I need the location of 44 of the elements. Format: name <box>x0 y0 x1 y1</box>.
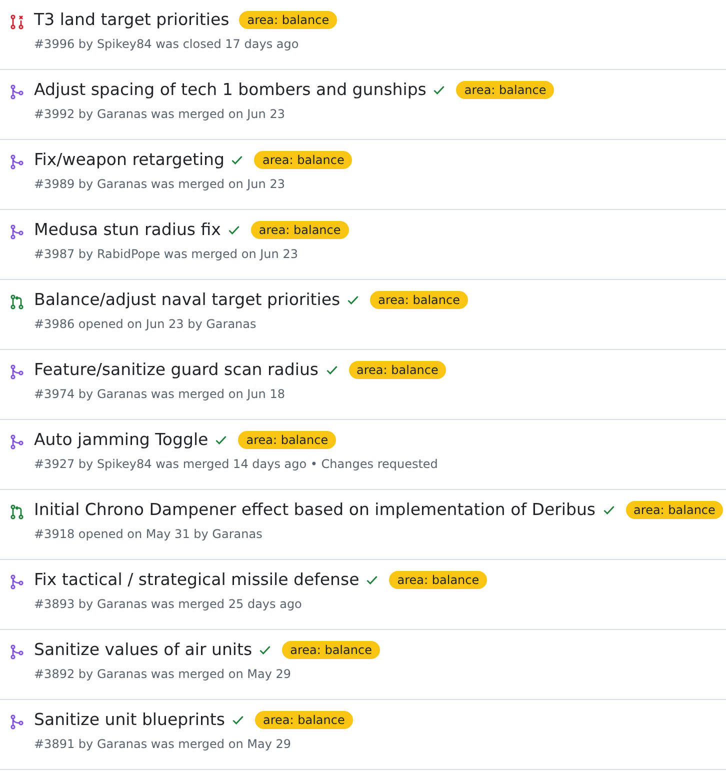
label-tag[interactable]: area: balance <box>370 290 468 308</box>
pull-request-title[interactable]: Feature/sanitize guard scan radius <box>34 360 319 379</box>
pull-request-title[interactable]: Auto jamming Toggle <box>34 430 208 449</box>
pull-request-row[interactable]: Medusa stun radius fix area: balance #3987 by RabidPope was merged on Jun 23 <box>0 210 726 280</box>
label-tag[interactable]: area: balance <box>254 150 352 168</box>
pull-request-title[interactable]: Sanitize values of air units <box>34 640 252 659</box>
pull-request-row[interactable]: Sanitize unit blueprints area: balance #3891 by Garanas was merged on May 29 <box>0 700 726 770</box>
pull-request-meta: #3893 by Garanas was merged 25 days ago <box>34 597 303 611</box>
pull-request-row[interactable]: Feature/sanitize guard scan radius area: balance #3974 by Garanas was merged on Jun 18 <box>0 350 726 420</box>
pull-request-meta: #3996 by Spikey84 was closed 17 days ago <box>34 37 300 51</box>
label-tag[interactable]: area: balance <box>250 220 349 238</box>
label-tag[interactable]: area: balance <box>456 80 554 98</box>
pull-request-row[interactable]: Adjust spacing of tech 1 bombers and gunships area: balance #3992 by Garanas was merged on Jun 23 <box>0 70 726 140</box>
pull-request-title[interactable]: Fix/weapon retargeting <box>34 150 224 169</box>
label-tag[interactable]: area: balance <box>348 360 446 378</box>
label-tag[interactable]: area: balance <box>239 10 338 28</box>
pull-request-row[interactable]: Sanitize values of air units area: balance #3892 by Garanas was merged on May 29 <box>0 630 726 700</box>
pull-request-meta: #3927 by Spikey84 was merged 14 days ago • Changes requested <box>34 457 439 471</box>
pull-request-row[interactable]: Initial Chrono Dampener effect based on implementation of Deribus area: balance #3918 opened on May 31 by Garanas <box>0 490 726 560</box>
pull-request-title[interactable]: T3 land target priorities <box>34 10 230 29</box>
pull-request-meta: #3918 opened on May 31 by Garanas <box>34 527 264 541</box>
pull-request-row[interactable]: T3 land target priorities area: balance #3996 by Spikey84 was closed 17 days ago <box>0 0 726 70</box>
label-tag[interactable]: area: balance <box>238 430 336 448</box>
pull-request-meta: #3974 by Garanas was merged on Jun 18 <box>34 387 286 401</box>
pull-request-title[interactable]: Medusa stun radius fix <box>34 220 221 239</box>
pull-request-meta: #3989 by Garanas was merged on Jun 23 <box>34 177 286 191</box>
pull-request-title[interactable]: Sanitize unit blueprints <box>34 710 225 729</box>
pull-request-row[interactable]: Balance/adjust naval target priorities area: balance #3986 opened on Jun 23 by Garanas <box>0 280 726 350</box>
pull-request-meta: #3992 by Garanas was merged on Jun 23 <box>34 107 286 121</box>
pull-request-meta: #3891 by Garanas was merged on May 29 <box>34 737 292 751</box>
pull-request-row[interactable]: Fix tactical / strategical missile defense area: balance #3893 by Garanas was merged 25 days ago <box>0 560 726 630</box>
pull-request-title[interactable]: Adjust spacing of tech 1 bombers and gunships <box>34 80 426 99</box>
label-tag[interactable]: area: balance <box>626 500 724 518</box>
pull-request-meta: #3892 by Garanas was merged on May 29 <box>34 667 292 681</box>
label-tag[interactable]: area: balance <box>282 640 380 658</box>
pull-request-meta: #3987 by RabidPope was merged on Jun 23 <box>34 247 299 261</box>
pull-request-title[interactable]: Balance/adjust naval target priorities <box>34 290 340 309</box>
pull-request-row[interactable]: Auto jamming Toggle area: balance #3927 by Spikey84 was merged 14 days ago • Changes requested <box>0 420 726 490</box>
pull-request-row[interactable]: Fix/weapon retargeting area: balance #3989 by Garanas was merged on Jun 23 <box>0 140 726 210</box>
pull-request-title[interactable]: Fix tactical / strategical missile defense <box>34 570 360 589</box>
label-tag[interactable]: area: balance <box>254 710 353 728</box>
label-tag[interactable]: area: balance <box>389 570 488 588</box>
pull-request-meta: #3986 opened on Jun 23 by Garanas <box>34 317 258 331</box>
pull-request-title[interactable]: Initial Chrono Dampener effect based on implementation of Deribus <box>34 500 596 519</box>
